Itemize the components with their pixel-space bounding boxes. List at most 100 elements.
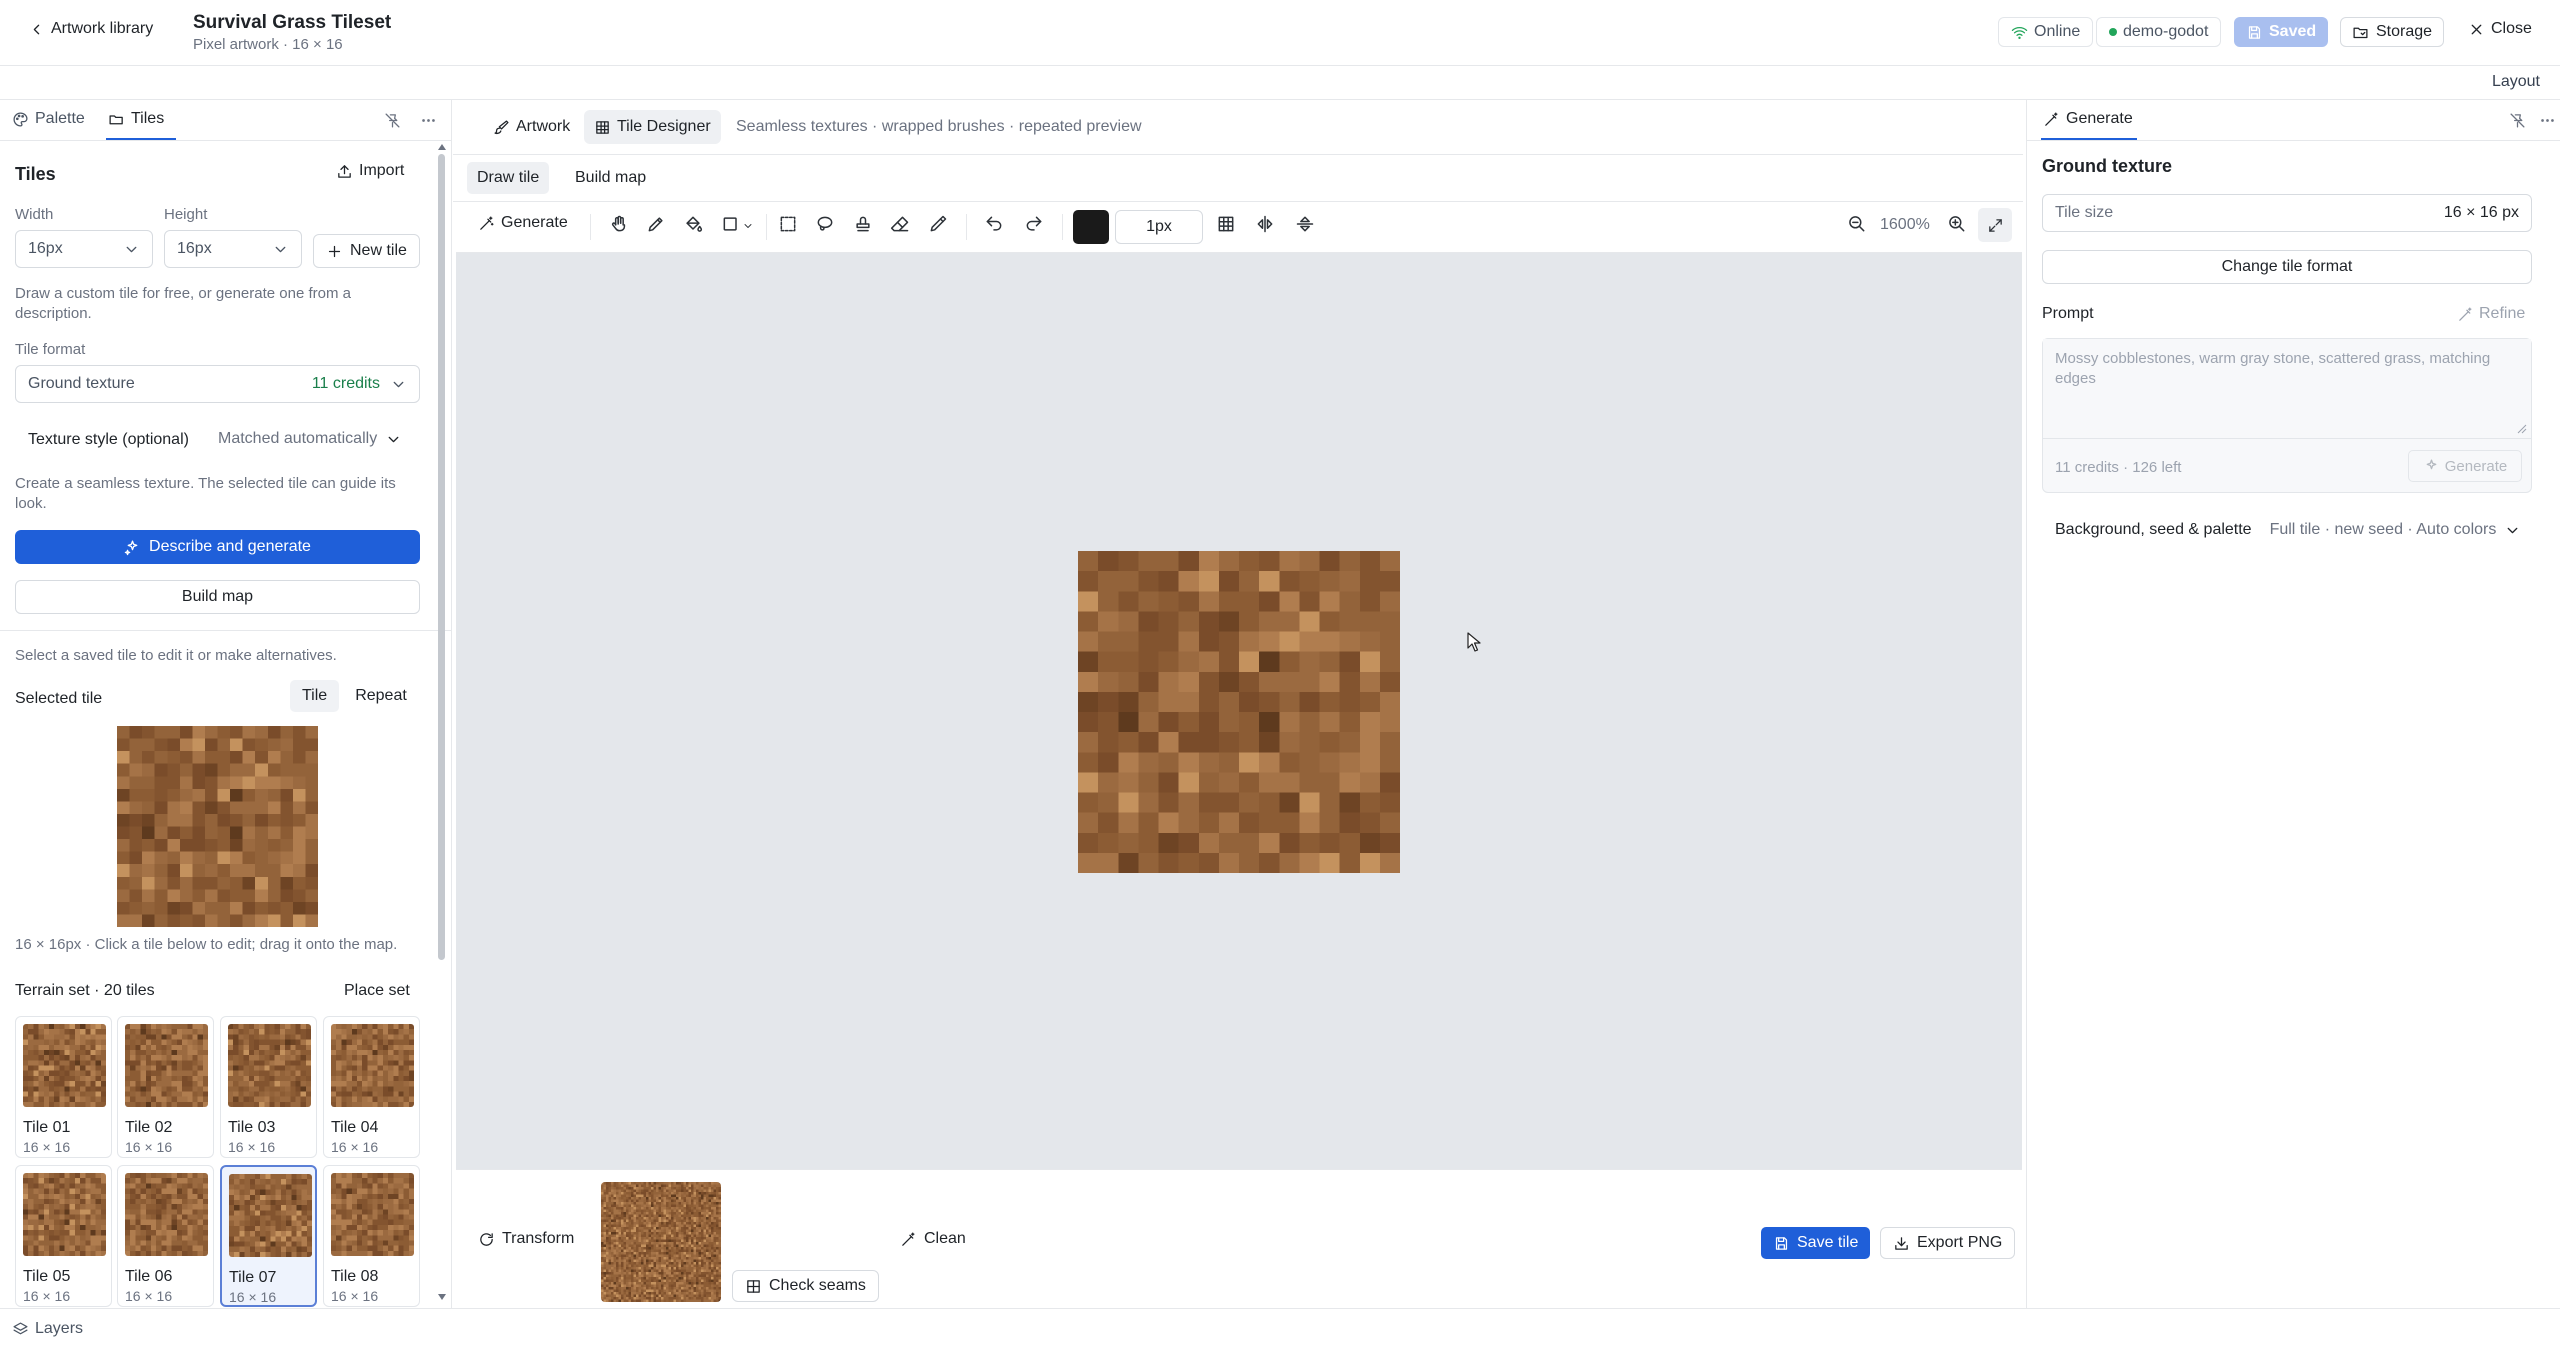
fullscreen-button[interactable] [1978,208,2012,242]
transform-button[interactable]: Transform [478,1230,574,1248]
tile-size: 16 × 16 [229,1289,277,1305]
layout-menu[interactable]: Layout [2492,73,2540,91]
zoom-in-icon[interactable] [1947,214,1967,234]
view-tile-button[interactable]: Tile [290,680,340,712]
texture-style-label: Texture style (optional) [28,431,189,448]
tile-size: 16 × 16 [331,1139,379,1155]
save-tile-button[interactable]: Save tile [1761,1227,1871,1259]
tile-size: 16 × 16 [23,1288,71,1304]
prompt-textarea[interactable]: Mossy cobblestones, warm gray stone, sca… [2043,339,2531,439]
tile-card[interactable]: Tile 04 16 × 16 [323,1016,420,1158]
generate-tool-button[interactable]: Generate [478,214,568,232]
grid-icon [747,1279,760,1293]
upload-icon [338,164,351,178]
folder-icon [2353,27,2368,38]
export-png-button[interactable]: Export PNG [1880,1227,2016,1259]
refine-label: Refine [2479,305,2526,322]
hand-tool-icon[interactable] [609,214,629,234]
artwork-title: Survival Grass Tileset [193,12,392,33]
more-options-icon[interactable] [2539,112,2556,129]
scroll-down-arrow-icon[interactable] [438,1294,446,1300]
scrollbar-thumb[interactable] [438,154,445,960]
tab-generate[interactable]: Generate [2043,110,2133,128]
generate-prompt-button[interactable]: Generate [2408,450,2522,482]
height-value: 16px [177,240,212,257]
advanced-options-row[interactable]: Background, seed & palette Full tile · n… [2055,521,2543,539]
tile-card[interactable]: Tile 02 16 × 16 [117,1016,214,1158]
close-button[interactable]: Close [2468,20,2532,38]
unpin-icon[interactable] [2509,112,2526,129]
width-select[interactable]: 16px [15,230,153,268]
tab-artwork[interactable]: Artwork [483,110,580,144]
tiles-section-title: Tiles [15,164,56,184]
selected-hint: 16 × 16px · Click a tile below to edit; … [15,936,398,953]
layers-toggle[interactable]: Layers [12,1320,83,1338]
storage-button[interactable]: Storage [2340,17,2445,47]
more-options-icon[interactable] [420,112,437,129]
texture-style-select[interactable]: Matched automatically [218,430,402,448]
eraser-tool-icon[interactable] [890,214,910,234]
new-tile-button[interactable]: New tile [313,234,420,268]
shape-dropdown-chevron-icon[interactable] [742,220,754,232]
tile-format-select[interactable]: Ground texture 11 credits [15,365,420,403]
marquee-select-icon[interactable] [778,214,798,234]
stamp-tool-icon[interactable] [853,214,873,234]
modes-divider [453,201,2023,202]
build-map-button[interactable]: Build map [15,580,420,614]
tab-divider [0,140,451,141]
undo-icon[interactable] [984,214,1004,234]
zoom-out-icon[interactable] [1847,214,1867,234]
back-to-library-link[interactable]: Artwork library [28,20,153,38]
tile-card[interactable]: Tile 01 16 × 16 [15,1016,112,1158]
tile-thumbnail [125,1173,208,1256]
import-button[interactable]: Import [336,162,404,180]
chevron-down-icon [2507,527,2518,533]
mirror-horizontal-icon[interactable] [1255,214,1275,234]
tile-thumbnail [23,1173,106,1256]
view-repeat-button[interactable]: Repeat [343,680,419,712]
mirror-vertical-icon[interactable] [1295,214,1315,234]
close-label: Close [2491,20,2532,37]
tile-canvas-pixels[interactable] [1078,551,1400,873]
resize-handle-icon[interactable] [2517,424,2527,434]
pencil-tool-icon[interactable] [646,214,666,234]
clean-button[interactable]: Clean [900,1230,966,1248]
tile-card[interactable]: Tile 07 16 × 16 [220,1165,317,1307]
mode-build-map[interactable]: Build map [565,162,656,194]
scroll-up-arrow-icon[interactable] [438,144,446,150]
saved-button[interactable]: Saved [2234,17,2329,47]
tile-card[interactable]: Tile 08 16 × 16 [323,1165,420,1307]
tile-card[interactable]: Tile 06 16 × 16 [117,1165,214,1307]
current-color-swatch[interactable] [1073,210,1109,244]
tile-thumbnail [125,1024,208,1107]
describe-and-generate-button[interactable]: Describe and generate [15,530,420,564]
tab-tile-designer-label: Tile Designer [617,118,711,135]
drawing-canvas-area[interactable] [456,253,2022,1169]
tab-tile-designer[interactable]: Tile Designer [584,110,721,144]
tab-tiles[interactable]: Tiles [108,110,164,128]
mode-draw-tile[interactable]: Draw tile [467,162,550,194]
check-seams-button[interactable]: Check seams [732,1270,879,1302]
fill-bucket-tool-icon[interactable] [683,214,703,234]
chevron-down-icon [126,246,137,252]
brush-size-value: 1px [1146,218,1172,235]
place-set-button[interactable]: Place set [344,982,410,1000]
redo-icon[interactable] [1024,214,1044,234]
scrollbar-track[interactable] [438,144,446,1304]
tile-card[interactable]: Tile 05 16 × 16 [15,1165,112,1307]
tab-tiles-label: Tiles [131,110,165,127]
tile-card[interactable]: Tile 03 16 × 16 [220,1016,317,1158]
grid-toggle-icon[interactable] [1216,214,1236,234]
lasso-tool-icon[interactable] [815,214,835,234]
brush-size-input[interactable]: 1px [1115,210,1203,244]
tabs-divider [453,154,2023,155]
unpin-icon[interactable] [384,112,401,129]
shape-tool-icon[interactable] [721,214,741,234]
refine-button[interactable]: Refine [2457,305,2525,323]
tile-canvas[interactable] [1078,551,1400,873]
change-tile-format-button[interactable]: Change tile format [2042,250,2532,284]
eyedropper-tool-icon[interactable] [928,214,948,234]
tile-name: Tile 05 [23,1268,71,1285]
height-select[interactable]: 16px [164,230,302,268]
tab-palette[interactable]: Palette [12,110,85,128]
